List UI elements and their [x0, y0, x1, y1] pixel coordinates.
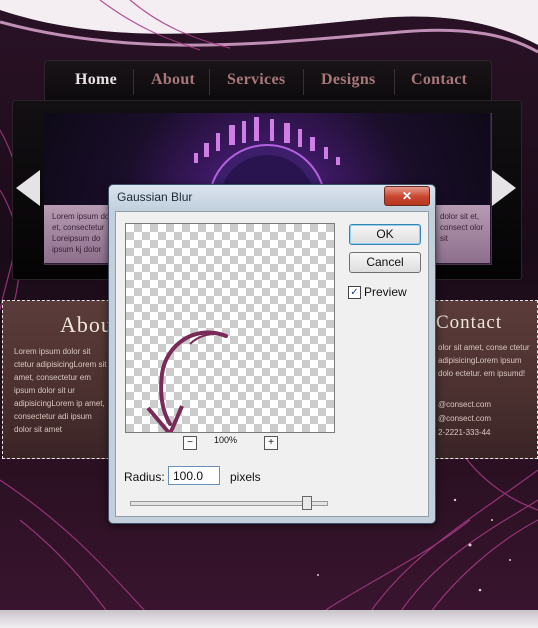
nav-divider: [394, 69, 395, 95]
contact-email-2[interactable]: @consect.com: [438, 412, 534, 426]
zoom-in-button[interactable]: +: [264, 436, 278, 450]
nav-divider: [303, 69, 304, 95]
caption-text-right: dolor sit et, consect olor sit: [440, 212, 484, 243]
nav-divider: [133, 69, 134, 95]
zoom-out-button[interactable]: −: [183, 436, 197, 450]
nav-divider: [209, 69, 210, 95]
contact-email-1[interactable]: @consect.com: [438, 398, 534, 412]
nav-item-designs[interactable]: Designs: [321, 71, 376, 89]
radius-slider-track[interactable]: [130, 501, 328, 506]
slider-prev-arrow[interactable]: [16, 170, 40, 206]
arrow-annotation-icon: [146, 330, 228, 436]
dialog-titlebar[interactable]: Gaussian Blur ✕: [109, 185, 435, 209]
radius-input[interactable]: 100.0: [168, 466, 220, 485]
main-navigation: Home About Services Designs Contact: [44, 60, 492, 104]
radius-unit-label: pixels: [230, 470, 261, 484]
radius-label: Radius:: [124, 470, 165, 484]
contact-text: olor sit amet, conse ctetur adipisicingL…: [438, 343, 530, 378]
radius-slider-thumb[interactable]: [302, 496, 313, 510]
contact-info: @consect.com @consect.com 2-2221-333-44: [438, 398, 534, 440]
nav-item-contact[interactable]: Contact: [411, 71, 467, 89]
preview-label: Preview: [364, 285, 407, 299]
dialog-title: Gaussian Blur: [117, 190, 193, 204]
preview-checkbox[interactable]: ✓: [348, 286, 361, 299]
nav-item-home[interactable]: Home: [75, 71, 117, 89]
nav-item-about[interactable]: About: [151, 71, 195, 89]
cancel-button[interactable]: Cancel: [349, 252, 421, 273]
contact-phone: 2-2221-333-44: [438, 428, 491, 437]
preview-canvas[interactable]: [125, 223, 335, 436]
slider-next-arrow[interactable]: [492, 170, 516, 206]
close-button[interactable]: ✕: [384, 186, 430, 206]
footer-band: [0, 610, 538, 628]
caption-text-left: Lorem ipsum dol et, consectetur Loreipsu…: [52, 212, 112, 254]
contact-heading: Contact: [436, 312, 503, 333]
nav-item-services[interactable]: Services: [227, 71, 285, 89]
ok-button[interactable]: OK: [349, 224, 421, 245]
zoom-level: 100%: [214, 435, 238, 445]
about-text: Lorem ipsum dolor sit ctetur adipisicing…: [14, 347, 107, 434]
